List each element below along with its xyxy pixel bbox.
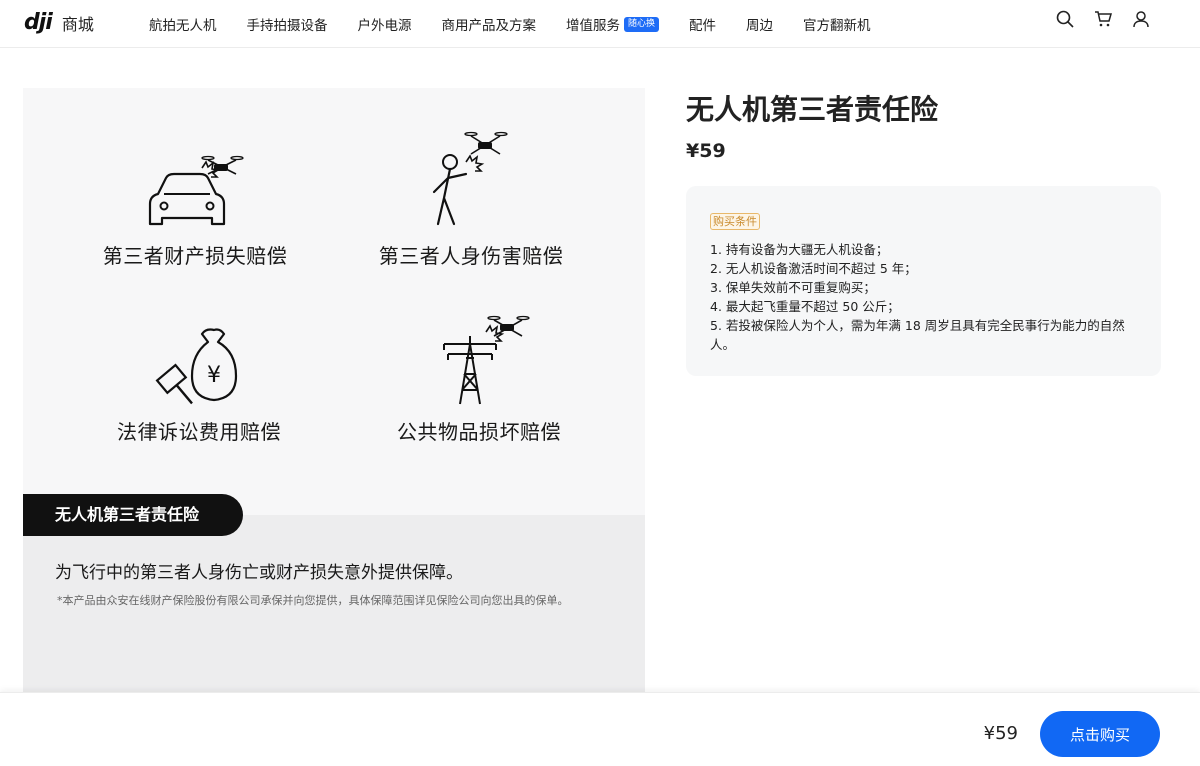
hero-disclaimer: *本产品由众安在线财产保险股份有限公司承保并向您提供，具体保障范围详见保险公司向… bbox=[57, 594, 569, 607]
hero-description: 为飞行中的第三者人身伤亡或财产损失意外提供保障。 bbox=[55, 563, 463, 583]
nav-item-services-label: 增值服务 bbox=[566, 18, 620, 34]
product-price: ¥59 bbox=[686, 140, 726, 162]
conditions-list: 1. 持有设备为大疆无人机设备； 2. 无人机设备激活时间不超过 5 年； 3.… bbox=[710, 240, 1146, 354]
condition-item: 3. 保单失效前不可重复购买； bbox=[710, 280, 876, 295]
feature-label: 第三者财产损失赔偿 bbox=[102, 244, 288, 268]
condition-item: 4. 最大起飞重量不超过 50 公斤； bbox=[710, 299, 900, 314]
purchase-conditions-panel: 购买条件 1. 持有设备为大疆无人机设备； 2. 无人机设备激活时间不超过 5 … bbox=[686, 186, 1161, 376]
feature-label: 第三者人身伤害赔偿 bbox=[378, 244, 564, 268]
nav-item-services[interactable]: 增值服务 随心换 bbox=[566, 14, 660, 34]
buy-button[interactable]: 点击购买 bbox=[1040, 711, 1160, 757]
store-name: 商城 bbox=[61, 14, 94, 34]
feature-public-property: 公共物品损坏赔偿 bbox=[349, 314, 609, 445]
nav-item-refurbished[interactable]: 官方翻新机 bbox=[803, 14, 871, 34]
product-title: 无人机第三者责任险 bbox=[686, 93, 939, 126]
conditions-tag: 购买条件 bbox=[710, 213, 760, 230]
condition-item: 2. 无人机设备激活时间不超过 5 年； bbox=[710, 261, 917, 276]
top-header: dji 商城 航拍无人机 手持拍摄设备 户外电源 商用产品及方案 增值服务 随心… bbox=[0, 0, 1200, 48]
feature-personal-injury: 第三者人身伤害赔偿 bbox=[341, 128, 601, 269]
purchase-bar: ¥59 点击购买 bbox=[0, 692, 1200, 766]
nav-item-aerial-drones[interactable]: 航拍无人机 bbox=[149, 14, 217, 34]
services-badge: 随心换 bbox=[624, 16, 660, 32]
hero-product-tag: 无人机第三者责任险 bbox=[23, 494, 243, 536]
user-icon[interactable] bbox=[1132, 10, 1150, 28]
nav-item-enterprise[interactable]: 商用产品及方案 bbox=[442, 14, 537, 34]
feature-legal-costs: ¥ 法律诉讼费用赔偿 bbox=[69, 324, 329, 445]
power-tower-icon bbox=[443, 315, 530, 405]
nav-item-merch[interactable]: 周边 bbox=[746, 14, 773, 34]
product-hero-image: 第三者财产损失赔偿 第三者人身伤害赔偿 ¥ 法律诉讼费用赔偿 公共物品损坏赔偿 … bbox=[23, 88, 645, 692]
search-icon[interactable] bbox=[1056, 10, 1074, 28]
footer-price: ¥59 bbox=[983, 723, 1018, 744]
header-actions bbox=[1056, 10, 1150, 28]
nav-item-handheld[interactable]: 手持拍摄设备 bbox=[247, 14, 328, 34]
feature-property-damage: 第三者财产损失赔偿 bbox=[65, 152, 325, 269]
dji-logo: dji bbox=[24, 10, 53, 35]
condition-item: 1. 持有设备为大疆无人机设备； bbox=[710, 242, 889, 257]
person-drone-icon bbox=[432, 131, 508, 226]
money-gavel-icon: ¥ bbox=[155, 328, 238, 405]
svg-text:¥: ¥ bbox=[207, 363, 221, 388]
cart-icon[interactable] bbox=[1094, 10, 1112, 28]
feature-label: 法律诉讼费用赔偿 bbox=[117, 420, 281, 444]
car-drone-icon bbox=[148, 155, 244, 226]
store-logo[interactable]: dji 商城 bbox=[24, 10, 94, 35]
condition-item: 5. 若投被保险人为个人，需为年满 18 周岁且具有完全民事行为能力的自然人。 bbox=[710, 318, 1125, 352]
feature-label: 公共物品损坏赔偿 bbox=[397, 420, 561, 444]
nav-item-accessories[interactable]: 配件 bbox=[689, 14, 716, 34]
main-nav: 航拍无人机 手持拍摄设备 户外电源 商用产品及方案 增值服务 随心换 配件 周边… bbox=[149, 0, 901, 48]
nav-item-power[interactable]: 户外电源 bbox=[358, 14, 412, 34]
